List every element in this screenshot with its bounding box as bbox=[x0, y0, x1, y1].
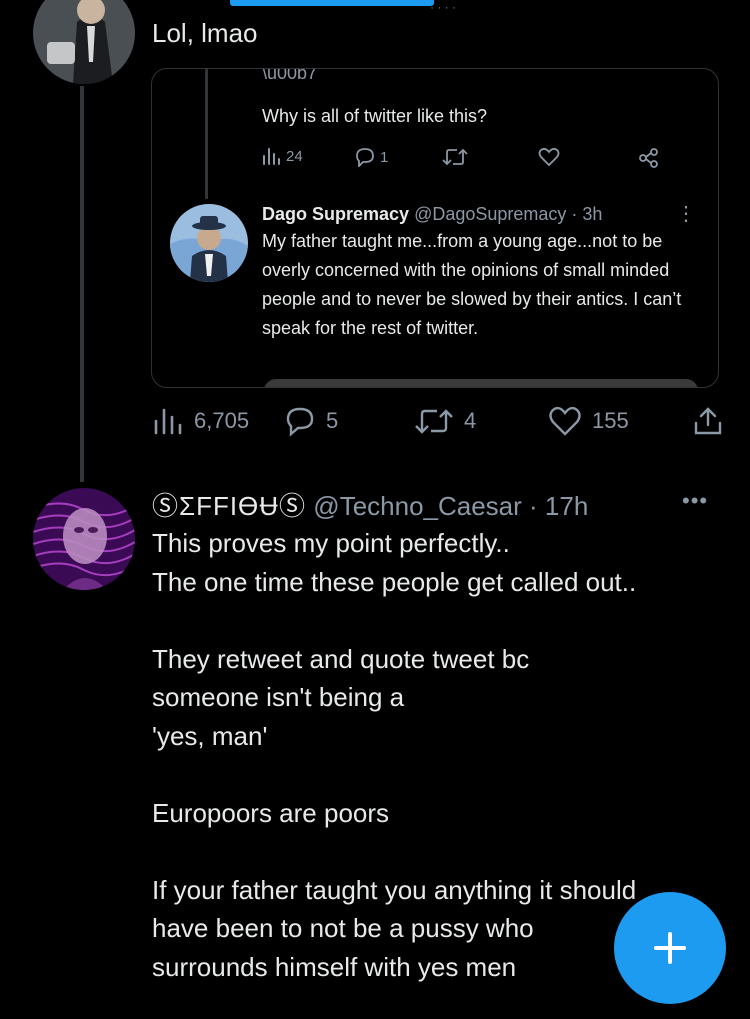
tweet-author-avatar[interactable] bbox=[33, 488, 135, 590]
views-icon bbox=[154, 408, 182, 435]
reply-icon bbox=[356, 148, 374, 167]
retweet-icon bbox=[415, 409, 453, 434]
reply-count: 5 bbox=[326, 408, 339, 433]
quote-more-vertical-icon[interactable]: ⋮ bbox=[676, 201, 696, 226]
reply-text: Lol, lmao bbox=[152, 18, 258, 48]
refresh-progress-bar bbox=[230, 0, 434, 6]
retweet-icon bbox=[442, 148, 468, 166]
views-count: 6,705 bbox=[194, 408, 250, 433]
share-icon bbox=[694, 407, 722, 435]
retweet-button[interactable]: 4 bbox=[414, 400, 476, 442]
compose-tweet-button[interactable] bbox=[614, 892, 726, 1004]
share-button[interactable] bbox=[692, 400, 724, 442]
tweet-more-options-icon[interactable]: ••• bbox=[682, 488, 708, 514]
share-nodes-icon bbox=[639, 148, 658, 168]
tweet-paragraph bbox=[152, 755, 712, 794]
quote-thread-line bbox=[205, 69, 208, 199]
quote-views-count: 24 bbox=[286, 147, 303, 165]
quote-author-name[interactable]: Dago Supremacy bbox=[262, 204, 409, 224]
tweet-paragraph bbox=[152, 832, 712, 871]
heart-icon bbox=[538, 147, 560, 167]
retweet-count: 4 bbox=[464, 408, 477, 433]
quote-share[interactable] bbox=[638, 147, 660, 169]
quote-author-meta: @DagoSupremacy · 3h bbox=[414, 204, 603, 224]
tweet-author-meta: @Techno_Caesar · 17h bbox=[313, 491, 589, 521]
views-icon bbox=[263, 148, 280, 165]
plus-icon bbox=[654, 932, 686, 964]
reply-action-bar: 6,705 5 4 155 bbox=[152, 400, 732, 442]
tweet-paragraph: Europoors are poors bbox=[152, 797, 390, 828]
tweet-paragraph bbox=[152, 601, 712, 640]
quote-retweet[interactable] bbox=[442, 147, 468, 167]
thread-connector-line bbox=[80, 86, 84, 482]
quote-author-avatar[interactable] bbox=[170, 204, 248, 282]
quote-parent-actions: 24 1 bbox=[262, 147, 682, 169]
reply-author-avatar[interactable] bbox=[33, 0, 135, 84]
quote-media-preview[interactable] bbox=[264, 379, 698, 387]
quote-author-header: Dago Supremacy @DagoSupremacy · 3h bbox=[262, 204, 602, 225]
like-button[interactable]: 155 bbox=[548, 400, 629, 442]
tweet-author-header: ⓈΣFFIϴɄⓈ @Techno_Caesar · 17h bbox=[152, 486, 588, 523]
quote-parent-text: Why is all of twitter like this? bbox=[262, 106, 488, 126]
like-count: 155 bbox=[592, 408, 629, 433]
tweet-paragraph: If your father taught you anything it sh… bbox=[152, 874, 637, 982]
quote-views[interactable]: 24 bbox=[262, 147, 303, 165]
tweet-paragraph: This proves my point perfectly.. The one… bbox=[152, 528, 637, 597]
avatar-image bbox=[170, 204, 248, 282]
top-fragment: · · · · bbox=[430, 0, 456, 14]
quote-reply[interactable]: 1 bbox=[354, 147, 388, 167]
views-button[interactable]: 6,705 bbox=[152, 400, 249, 442]
reply-button[interactable]: 5 bbox=[284, 400, 338, 442]
tweet-author-name[interactable]: ⓈΣFFIϴɄⓈ bbox=[152, 491, 306, 521]
avatar-image bbox=[33, 488, 135, 590]
quote-reply-count: 1 bbox=[380, 148, 389, 166]
quoted-tweet-card[interactable]: \u00b7 Why is all of twitter like this? … bbox=[151, 68, 719, 388]
tweet-paragraph: They retweet and quote tweet bc someone … bbox=[152, 643, 530, 751]
quote-body-text: My father taught me...from a young age..… bbox=[262, 231, 682, 338]
quote-like[interactable] bbox=[538, 147, 560, 167]
heart-icon bbox=[549, 406, 581, 436]
avatar-image bbox=[33, 0, 135, 84]
quote-cut-text-fragment: \u00b7 bbox=[262, 68, 318, 83]
reply-icon bbox=[286, 407, 314, 437]
